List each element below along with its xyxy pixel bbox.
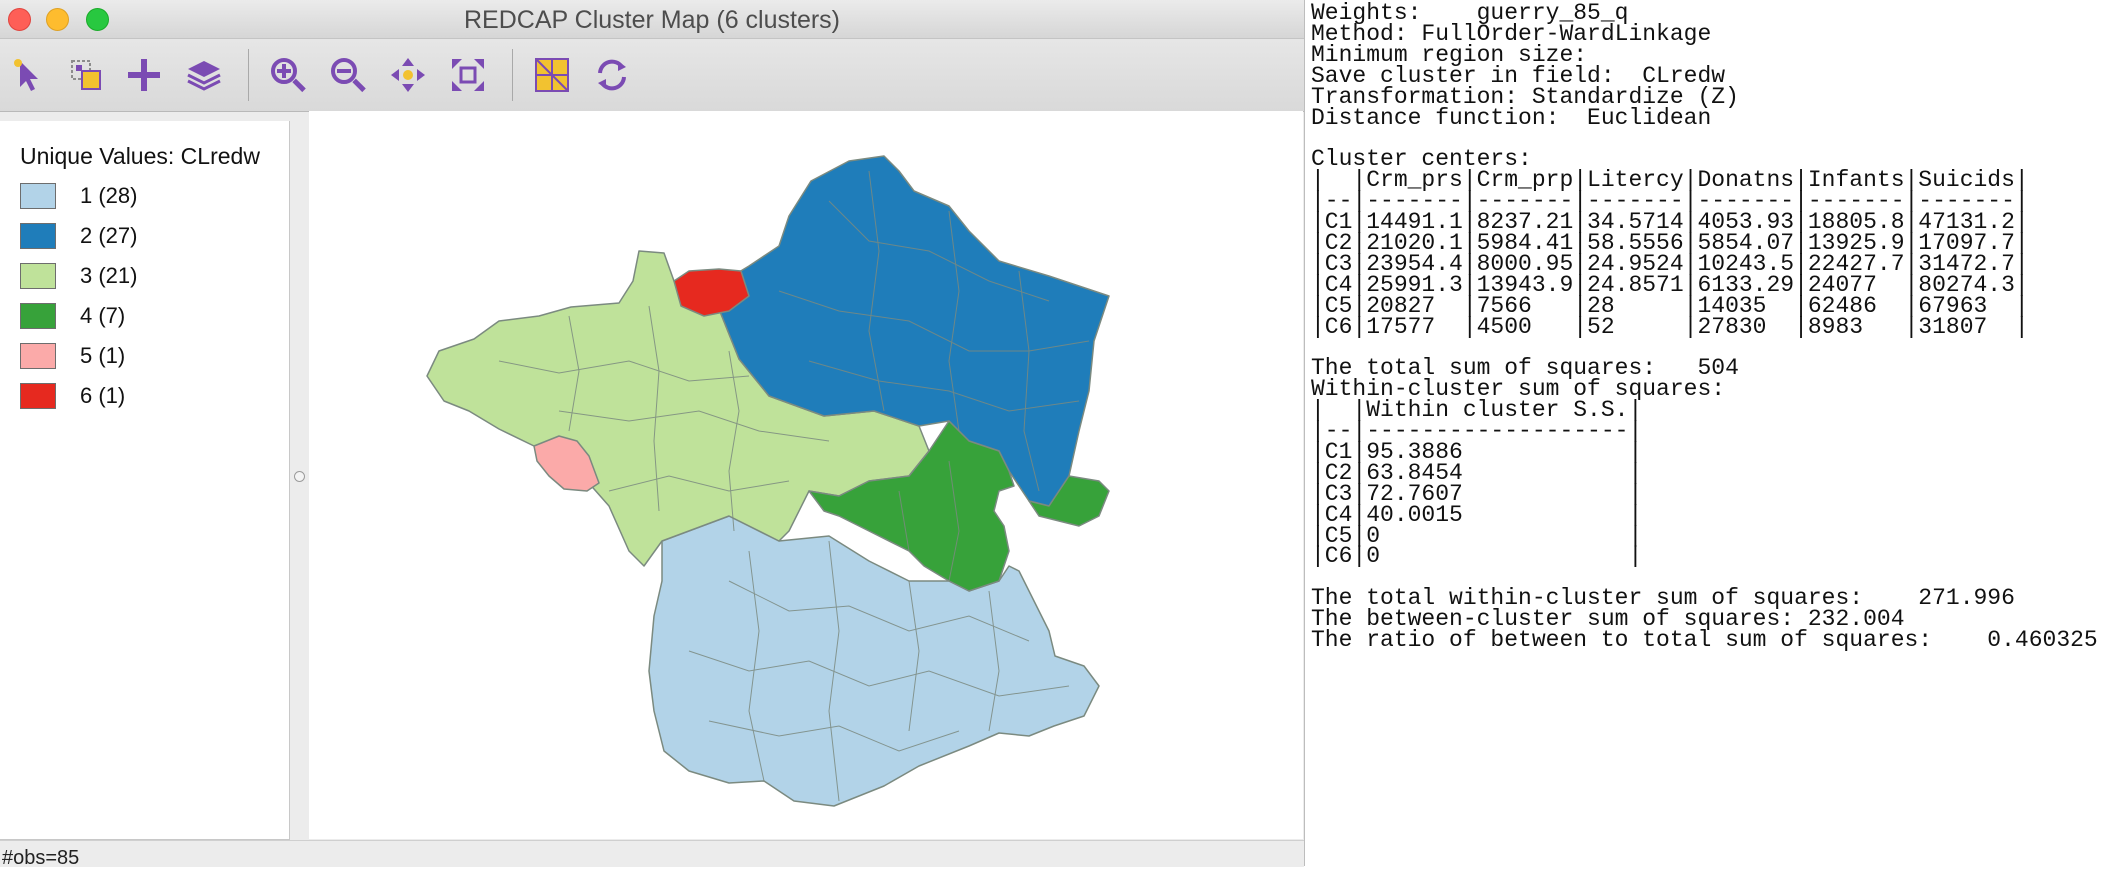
observation-count: #obs=85 xyxy=(2,847,80,869)
title-bar[interactable]: REDCAP Cluster Map (6 clusters) xyxy=(0,0,1304,39)
legend-swatch xyxy=(20,223,56,249)
legend-swatch xyxy=(20,263,56,289)
legend-swatch xyxy=(20,343,56,369)
refresh-icon[interactable] xyxy=(590,53,634,97)
toolbar-separator xyxy=(512,49,513,101)
pan-icon[interactable] xyxy=(386,53,430,97)
legend-label: 6 (1) xyxy=(80,383,126,408)
toolbar-separator xyxy=(248,49,249,101)
legend-label: 1 (28) xyxy=(80,183,138,208)
legend-title: Unique Values: CLredw xyxy=(20,143,260,169)
zoom-out-icon[interactable] xyxy=(326,53,370,97)
map-canvas[interactable] xyxy=(309,111,1303,839)
legend-label: 2 (27) xyxy=(80,223,138,248)
window-title: REDCAP Cluster Map (6 clusters) xyxy=(463,6,841,34)
france-cluster-map xyxy=(426,155,1110,807)
map-legend: Unique Values: CLredw 1 (28) 2 (27) 3 (2… xyxy=(0,121,290,840)
fit-extent-icon[interactable] xyxy=(446,53,490,97)
zoom-in-icon[interactable] xyxy=(266,53,310,97)
cluster-summary-report[interactable]: Weights: guerry_85_q Method: FullOrder-W… xyxy=(1304,0,2114,866)
add-layer-plus-icon[interactable] xyxy=(122,53,166,97)
legend-label: 5 (1) xyxy=(80,343,126,368)
legend-label: 3 (21) xyxy=(80,263,138,288)
legend-swatch xyxy=(20,383,56,409)
splitter-handle[interactable] xyxy=(294,471,305,482)
report-line: |C6|17577 |4500 |52 |27830 |8983 |31807 … xyxy=(1311,313,2029,340)
map-toolbar xyxy=(0,39,1304,112)
legend-swatch xyxy=(20,303,56,329)
status-bar: #obs=85 xyxy=(0,840,1304,869)
legend-label: 4 (7) xyxy=(80,303,126,328)
cluster-region-1[interactable] xyxy=(648,515,1100,807)
report-line: Distance function: Euclidean xyxy=(1311,104,1712,131)
select-pointer-icon[interactable] xyxy=(6,53,50,97)
report-line: The ratio of between to total sum of squ… xyxy=(1311,627,2098,653)
legend-swatch xyxy=(20,183,56,209)
selection-mode-icon[interactable] xyxy=(64,53,108,97)
pane-splitter[interactable] xyxy=(291,121,309,839)
cluster-map-window: REDCAP Cluster Map (6 clusters) Unique V… xyxy=(0,0,1304,869)
basemap-icon[interactable] xyxy=(530,53,574,97)
report-line: |C6|0 | xyxy=(1311,543,1643,570)
layers-icon[interactable] xyxy=(182,53,226,97)
